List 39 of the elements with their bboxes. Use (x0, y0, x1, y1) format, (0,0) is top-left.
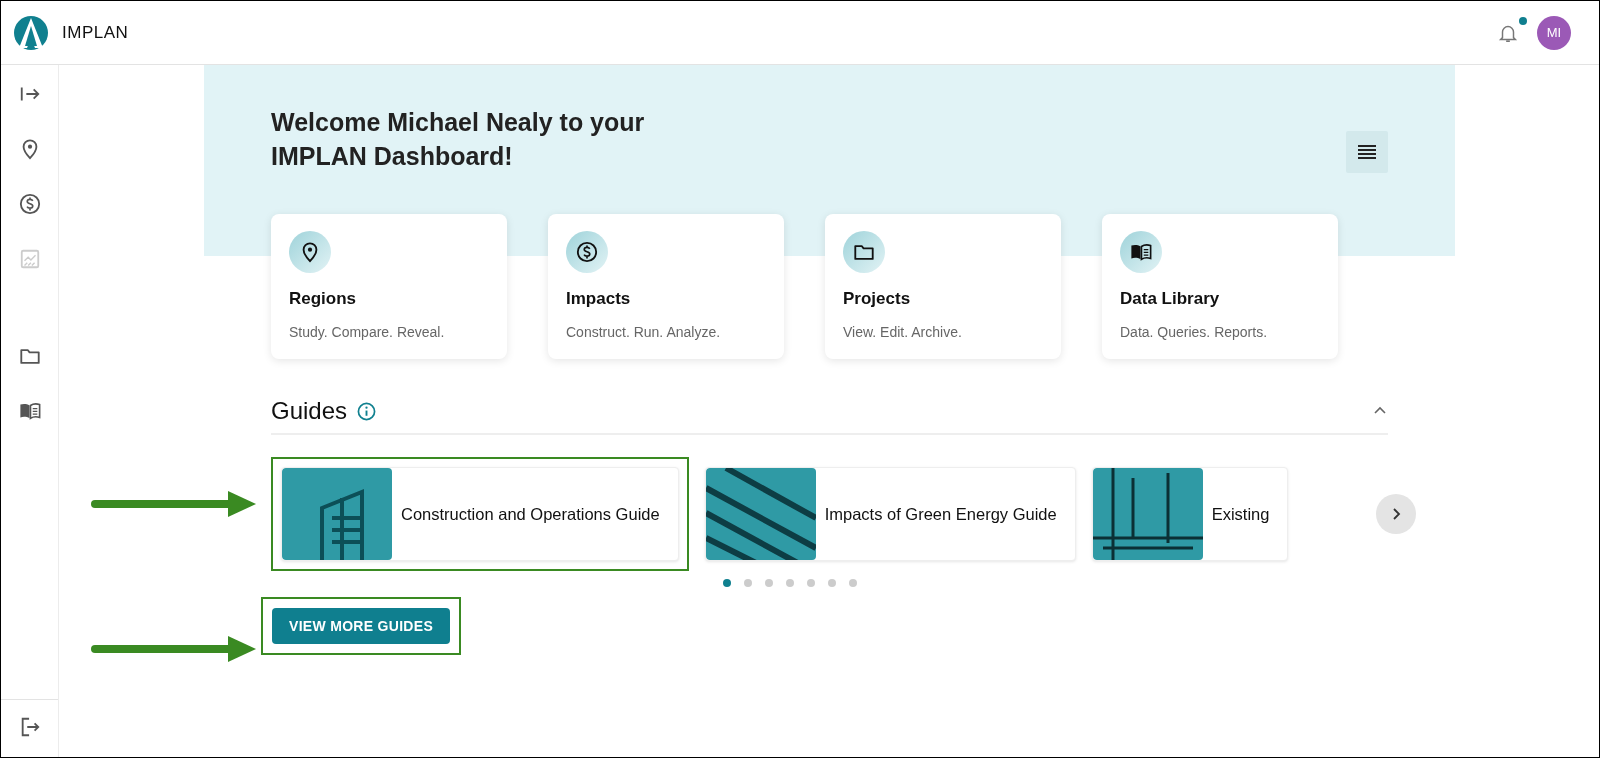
welcome-title: Welcome Michael Nealy to your IMPLAN Dashboard! (271, 107, 646, 172)
card-subtitle: Study. Compare. Reveal. (289, 324, 445, 340)
carousel-dot[interactable] (785, 579, 794, 587)
card-title: Data Library (1120, 289, 1220, 309)
guide-title: Existing (1211, 504, 1270, 524)
carousel-dot[interactable] (722, 579, 731, 587)
carousel-dot[interactable] (764, 579, 773, 587)
book-icon (18, 400, 41, 422)
section-title: Guides (271, 397, 348, 425)
card-title: Regions (289, 289, 357, 309)
chart-icon (18, 248, 41, 270)
nav-card[interactable]: Data Library Data. Queries. Reports. (1102, 214, 1338, 359)
card-subtitle: Data. Queries. Reports. (1120, 324, 1268, 340)
menu-icon (1358, 145, 1376, 159)
info-icon[interactable] (357, 401, 377, 421)
carousel-dot[interactable] (848, 579, 857, 587)
carousel-dot[interactable] (743, 579, 752, 587)
guide-card[interactable]: Existing (1091, 467, 1289, 561)
card-subtitle: Construct. Run. Analyze. (566, 324, 721, 340)
logo-icon (13, 14, 49, 51)
nav-card[interactable]: Projects View. Edit. Archive. (825, 214, 1061, 359)
book-icon (1130, 241, 1152, 263)
nav-card[interactable]: Regions Study. Compare. Reveal. (271, 214, 507, 359)
dollar-icon (18, 193, 41, 215)
nav-card[interactable]: Impacts Construct. Run. Analyze. (548, 214, 784, 359)
card-title: Impacts (566, 289, 631, 309)
card-title: Projects (843, 289, 911, 309)
carousel-dot[interactable] (806, 579, 815, 587)
guide-card[interactable]: Impacts of Green Energy Guide (704, 467, 1076, 561)
guide-title: Construction and Operations Guide (401, 504, 660, 524)
guide-card[interactable]: Construction and Operations Guide (281, 467, 679, 561)
brand-name: IMPLAN (62, 22, 129, 43)
view-more-guides-button[interactable]: VIEW MORE GUIDES (272, 608, 451, 644)
user-avatar[interactable]: MI (1537, 15, 1571, 50)
guide-title: Impacts of Green Energy Guide (824, 504, 1057, 524)
carousel-dot[interactable] (827, 579, 836, 587)
menu-button[interactable] (1346, 131, 1388, 173)
dollar-icon (576, 241, 598, 263)
card-subtitle: View. Edit. Archive. (843, 324, 962, 340)
